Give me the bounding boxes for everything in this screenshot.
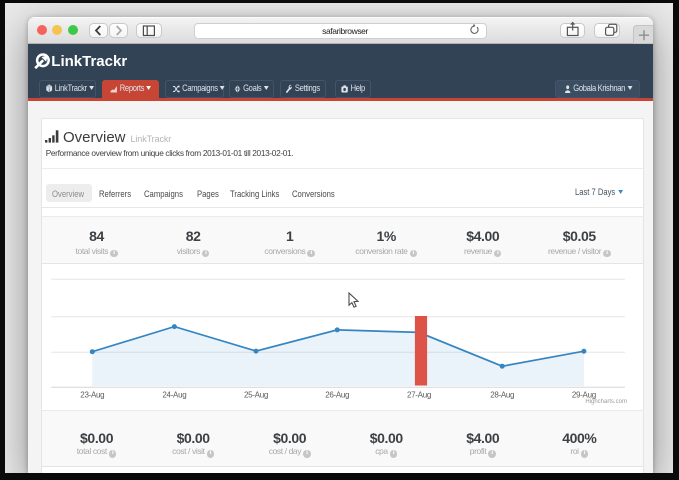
svg-text:25-Aug: 25-Aug bbox=[244, 391, 268, 400]
svg-text:27-Aug: 27-Aug bbox=[407, 391, 431, 400]
svg-text:24-Aug: 24-Aug bbox=[162, 391, 186, 400]
svg-text:28-Aug: 28-Aug bbox=[490, 391, 514, 400]
svg-text:23-Aug: 23-Aug bbox=[80, 391, 104, 400]
svg-text:26-Aug: 26-Aug bbox=[325, 391, 349, 400]
svg-text:Highcharts.com: Highcharts.com bbox=[585, 399, 627, 405]
